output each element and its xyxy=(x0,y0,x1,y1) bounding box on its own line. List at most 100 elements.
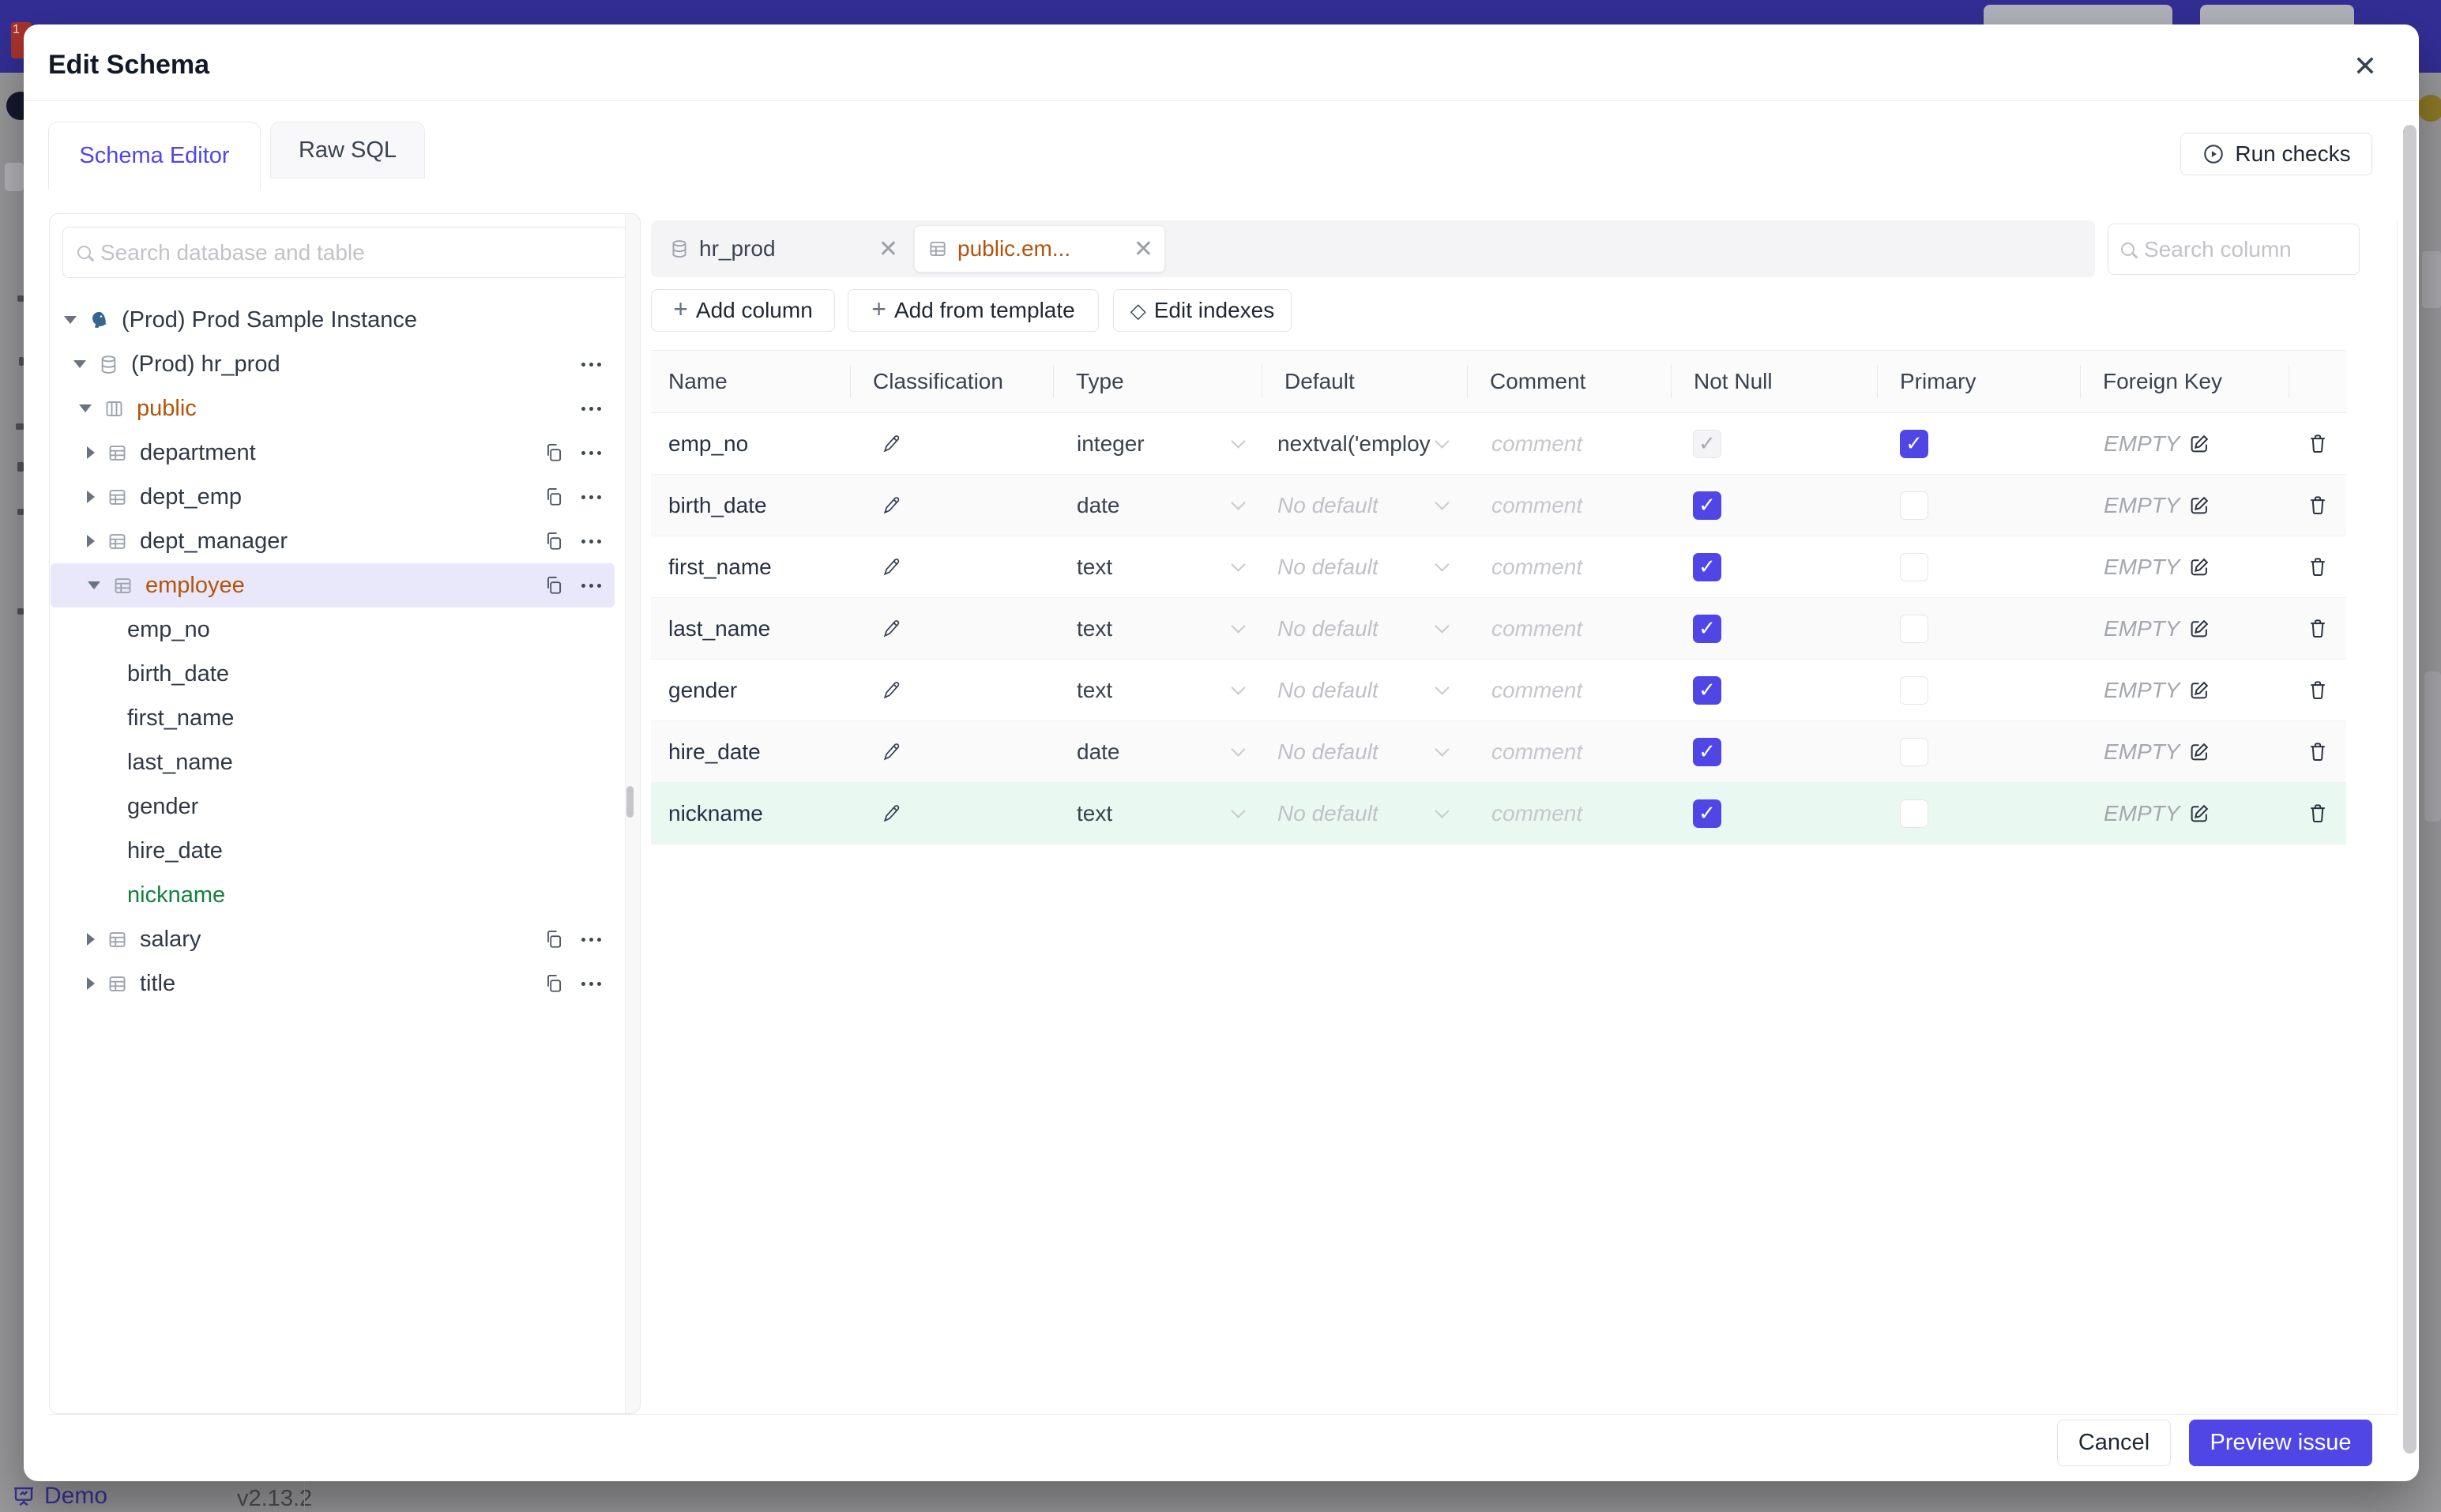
copy-icon[interactable] xyxy=(543,442,564,463)
primary-checkbox[interactable] xyxy=(1900,799,1928,828)
tree-item-column-gender[interactable]: gender xyxy=(50,784,640,829)
primary-checkbox[interactable] xyxy=(1900,614,1928,643)
default-select[interactable]: No default xyxy=(1262,721,1468,782)
edit-icon[interactable] xyxy=(2187,494,2211,517)
tree-item-table-department[interactable]: department xyxy=(50,431,640,475)
chevron-down-icon[interactable] xyxy=(73,360,86,368)
pencil-icon[interactable] xyxy=(881,679,903,701)
tree-item-column-nickname[interactable]: nickname xyxy=(50,873,640,917)
copy-icon[interactable] xyxy=(543,575,564,596)
add-from-template-button[interactable]: + Add from template xyxy=(848,289,1099,332)
tab-raw-sql[interactable]: Raw SQL xyxy=(270,122,425,179)
column-name-cell[interactable]: last_name xyxy=(651,598,851,659)
default-select[interactable]: No default xyxy=(1262,536,1468,597)
comment-input[interactable]: comment xyxy=(1468,660,1672,720)
tree-item-column-last-name[interactable]: last_name xyxy=(50,740,640,784)
type-select[interactable]: date xyxy=(1054,475,1262,536)
tree-item-table-title[interactable]: title xyxy=(50,961,640,1006)
pencil-icon[interactable] xyxy=(881,741,903,763)
database-search-input[interactable] xyxy=(100,239,612,265)
editor-tab-hr-prod[interactable]: hr_prod xyxy=(651,220,914,277)
column-name-cell[interactable]: gender xyxy=(651,660,851,720)
close-tab-icon[interactable] xyxy=(1134,235,1153,263)
default-select[interactable]: nextval('employ xyxy=(1262,413,1468,474)
primary-checkbox[interactable] xyxy=(1900,675,1928,705)
default-select[interactable]: No default xyxy=(1262,783,1468,844)
primary-checkbox[interactable] xyxy=(1900,552,1928,581)
chevron-down-icon[interactable] xyxy=(64,316,77,324)
tree-item-schema-public[interactable]: public xyxy=(50,386,640,431)
comment-input[interactable]: comment xyxy=(1468,536,1672,597)
tree-item-column-hire-date[interactable]: hire_date xyxy=(50,829,640,873)
chevron-right-icon[interactable] xyxy=(87,977,95,990)
trash-icon[interactable] xyxy=(2306,617,2330,641)
primary-checkbox[interactable] xyxy=(1900,491,1928,520)
edit-icon[interactable] xyxy=(2187,740,2211,764)
pencil-icon[interactable] xyxy=(881,495,903,517)
more-icon[interactable] xyxy=(581,406,601,411)
trash-icon[interactable] xyxy=(2306,802,2330,826)
more-icon[interactable] xyxy=(581,583,601,588)
edit-icon[interactable] xyxy=(2187,555,2211,579)
chevron-down-icon[interactable] xyxy=(79,404,92,412)
tab-schema-editor[interactable]: Schema Editor xyxy=(48,122,261,189)
more-icon[interactable] xyxy=(581,362,601,367)
edit-icon[interactable] xyxy=(2187,679,2211,702)
trash-icon[interactable] xyxy=(2306,432,2330,456)
add-column-button[interactable]: + Add column xyxy=(651,289,835,332)
pencil-icon[interactable] xyxy=(881,556,903,578)
copy-icon[interactable] xyxy=(543,929,564,950)
default-select[interactable]: No default xyxy=(1262,475,1468,536)
comment-input[interactable]: comment xyxy=(1468,475,1672,536)
pencil-icon[interactable] xyxy=(881,618,903,640)
tree-item-table-dept-emp[interactable]: dept_emp xyxy=(50,475,640,519)
classification-cell[interactable] xyxy=(851,536,1054,597)
pencil-icon[interactable] xyxy=(881,803,903,825)
primary-checkbox[interactable] xyxy=(1900,737,1928,766)
edit-icon[interactable] xyxy=(2187,617,2211,641)
comment-input[interactable]: comment xyxy=(1468,721,1672,782)
type-select[interactable]: integer xyxy=(1054,413,1262,474)
sidebar-scrollbar-thumb[interactable] xyxy=(626,786,634,818)
tree-item-column-first-name[interactable]: first_name xyxy=(50,696,640,740)
chevron-right-icon[interactable] xyxy=(87,446,95,459)
trash-icon[interactable] xyxy=(2306,679,2330,702)
trash-icon[interactable] xyxy=(2306,494,2330,517)
edit-icon[interactable] xyxy=(2187,432,2211,456)
classification-cell[interactable] xyxy=(851,783,1054,844)
classification-cell[interactable] xyxy=(851,413,1054,474)
run-checks-button[interactable]: Run checks xyxy=(2180,133,2372,175)
not-null-checkbox[interactable] xyxy=(1693,675,1721,705)
not-null-checkbox[interactable] xyxy=(1693,614,1721,643)
tree-item-column-birth-date[interactable]: birth_date xyxy=(50,652,640,696)
not-null-checkbox[interactable] xyxy=(1693,429,1721,458)
column-name-cell[interactable]: emp_no xyxy=(651,413,851,474)
trash-icon[interactable] xyxy=(2306,555,2330,579)
tree-item-table-employee[interactable]: employee xyxy=(51,563,615,607)
default-select[interactable]: No default xyxy=(1262,598,1468,659)
tree-item-database-hr-prod[interactable]: (Prod) hr_prod xyxy=(50,342,640,386)
type-select[interactable]: text xyxy=(1054,598,1262,659)
more-icon[interactable] xyxy=(581,495,601,499)
type-select[interactable]: text xyxy=(1054,660,1262,720)
classification-cell[interactable] xyxy=(851,598,1054,659)
default-select[interactable]: No default xyxy=(1262,660,1468,720)
copy-icon[interactable] xyxy=(543,531,564,551)
column-name-cell[interactable]: birth_date xyxy=(651,475,851,536)
cancel-button[interactable]: Cancel xyxy=(2057,1420,2171,1466)
classification-cell[interactable] xyxy=(851,475,1054,536)
not-null-checkbox[interactable] xyxy=(1693,552,1721,581)
type-select[interactable]: text xyxy=(1054,783,1262,844)
column-name-cell[interactable]: hire_date xyxy=(651,721,851,782)
not-null-checkbox[interactable] xyxy=(1693,491,1721,520)
classification-cell[interactable] xyxy=(851,721,1054,782)
close-icon[interactable] xyxy=(2343,44,2387,88)
modal-scrollbar-thumb[interactable] xyxy=(2403,125,2417,1454)
column-search-input[interactable] xyxy=(2144,236,2346,262)
classification-cell[interactable] xyxy=(851,660,1054,720)
type-select[interactable]: text xyxy=(1054,536,1262,597)
copy-icon[interactable] xyxy=(543,973,564,994)
primary-checkbox[interactable] xyxy=(1900,429,1928,458)
tree-item-instance[interactable]: (Prod) Prod Sample Instance xyxy=(50,298,640,342)
pencil-icon[interactable] xyxy=(881,433,903,455)
